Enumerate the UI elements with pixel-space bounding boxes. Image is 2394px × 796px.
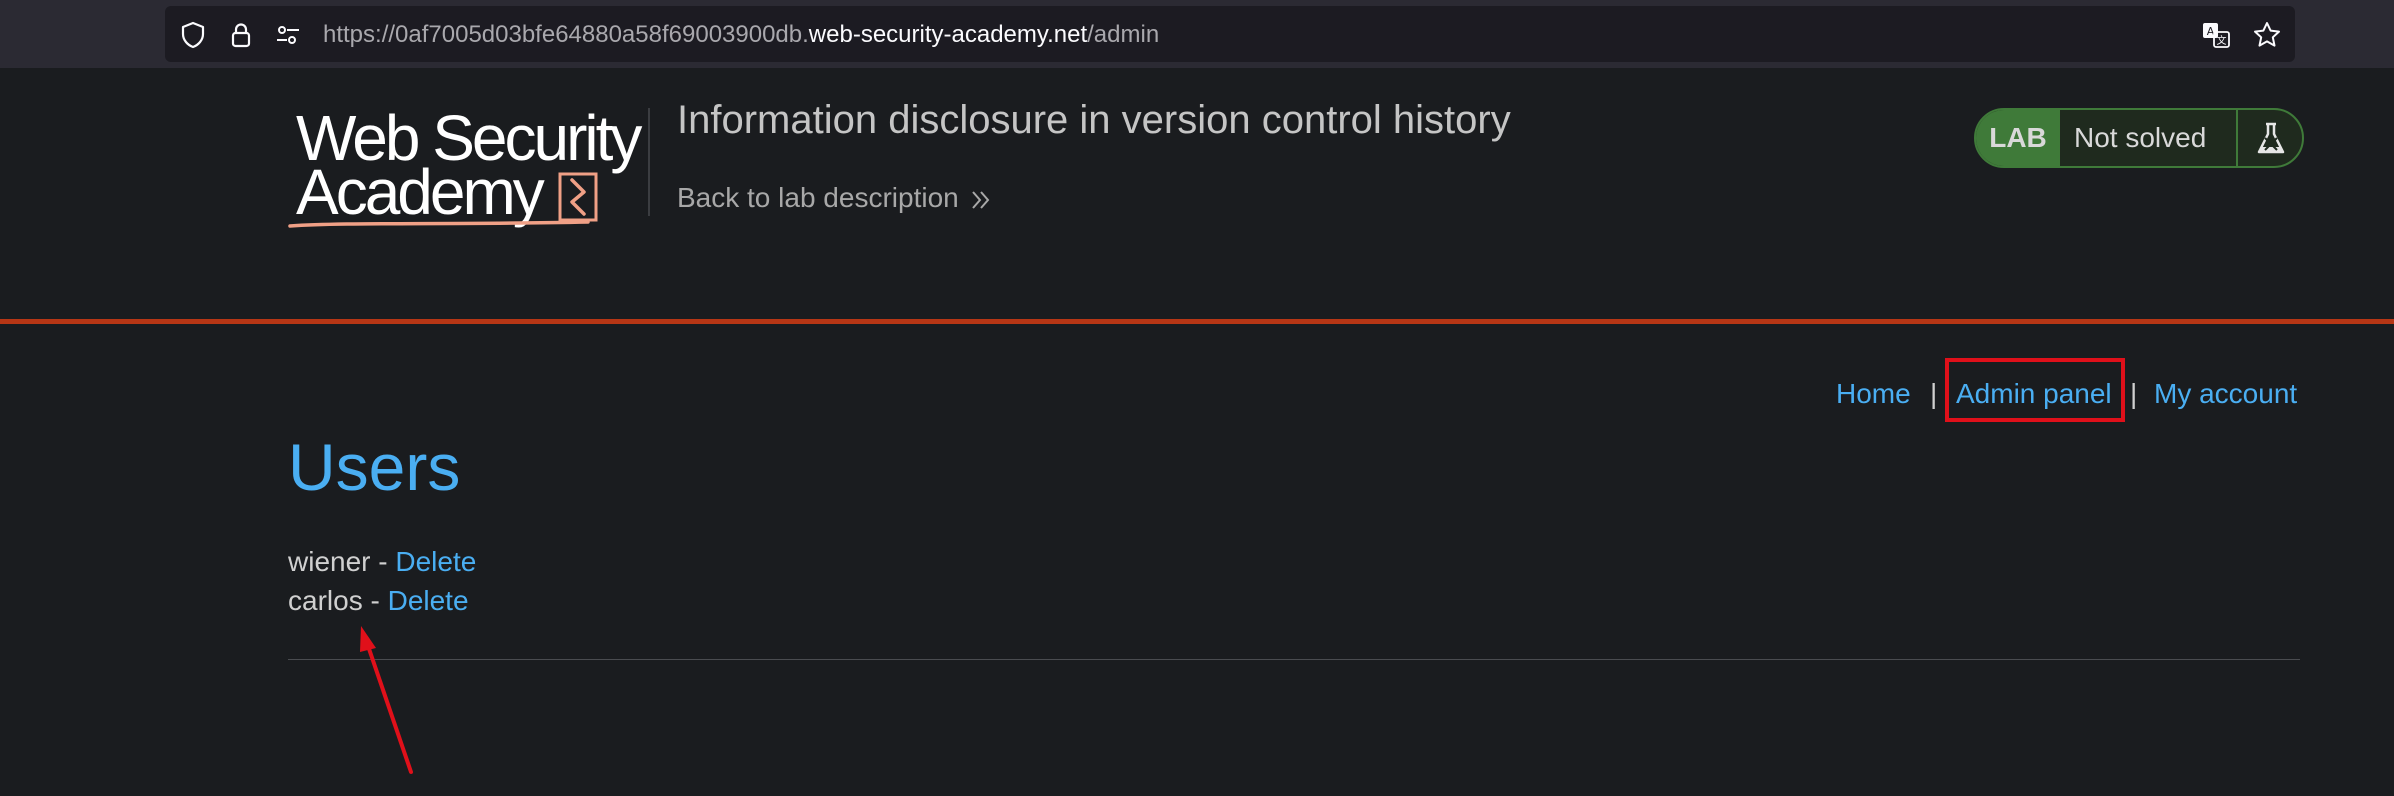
double-chevron-right-icon	[971, 190, 990, 209]
shield-icon[interactable]	[178, 20, 208, 50]
header-accent-rule	[0, 319, 2394, 324]
logo-mark-icon	[288, 172, 598, 228]
lab-title: Information disclosure in version contro…	[677, 98, 1511, 142]
page-title: Users	[288, 430, 461, 504]
user-separator: -	[370, 546, 396, 577]
header-divider	[648, 108, 650, 216]
nav-my-account-link[interactable]: My account	[2154, 374, 2297, 414]
user-separator: -	[362, 585, 388, 616]
web-security-academy-logo[interactable]: Web Security Academy	[288, 104, 648, 234]
annotation-arrow-icon	[360, 626, 413, 774]
url-prefix: https://0af7005d03bfe64880a58f69003900db…	[323, 21, 809, 48]
flask-icon	[2257, 122, 2285, 154]
url-host: web-security-academy.net	[808, 21, 1088, 48]
lab-status-flask	[2236, 110, 2302, 166]
permissions-icon[interactable]	[273, 20, 303, 50]
bookmark-star-icon[interactable]	[2252, 20, 2282, 50]
nav-home-link[interactable]: Home	[1836, 374, 1911, 414]
address-bar[interactable]: https://0af7005d03bfe64880a58f69003900db…	[165, 6, 2295, 62]
back-link-label: Back to lab description	[677, 182, 959, 213]
admin-panel-highlight-box	[1945, 358, 2125, 422]
user-name: wiener	[288, 546, 371, 577]
lab-status-widget: LAB Not solved	[1974, 108, 2304, 168]
url-text[interactable]: https://0af7005d03bfe64880a58f69003900db…	[323, 20, 1159, 50]
content-divider	[288, 659, 2300, 660]
lab-badge: LAB	[1976, 110, 2060, 166]
browser-toolbar: https://0af7005d03bfe64880a58f69003900db…	[0, 0, 2394, 69]
translate-icon[interactable]: A 文	[2201, 20, 2231, 50]
user-name: carlos	[288, 585, 363, 616]
url-path: /admin	[1087, 21, 1160, 48]
browser-window: https://0af7005d03bfe64880a58f69003900db…	[0, 0, 2394, 796]
svg-text:文: 文	[2217, 34, 2227, 47]
user-list-item: carlos - Delete	[288, 583, 469, 619]
delete-user-link[interactable]: Delete	[388, 585, 469, 616]
nav-separator: |	[1930, 378, 1938, 409]
delete-user-link[interactable]: Delete	[395, 546, 476, 577]
nav-separator: |	[2130, 378, 2138, 409]
lock-icon[interactable]	[226, 20, 256, 50]
back-to-lab-description-link[interactable]: Back to lab description	[677, 181, 993, 215]
lab-status-text: Not solved	[2074, 122, 2207, 153]
user-list-item: wiener - Delete	[288, 544, 476, 580]
